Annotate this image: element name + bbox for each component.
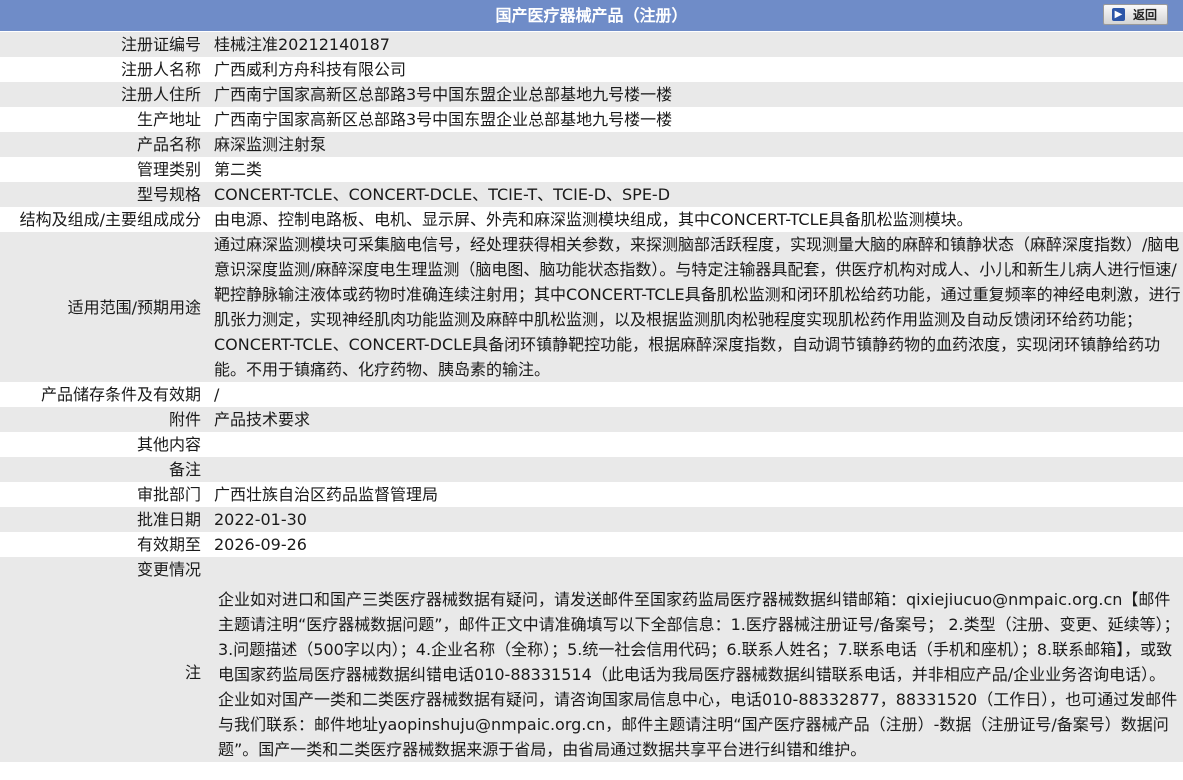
field-label: 其他内容 [0, 432, 205, 457]
row-model-spec: 型号规格 CONCERT-TCLE、CONCERT-DCLE、TCIE-T、TC… [0, 182, 1183, 207]
row-registration-number: 注册证编号 桂械注准20212140187 [0, 32, 1183, 57]
row-structure-composition: 结构及组成/主要组成成分 由电源、控制电路板、电机、显示屏、外壳和麻深监测模块组… [0, 207, 1183, 232]
field-value: 第二类 [205, 157, 1183, 182]
field-label: 注册人名称 [0, 57, 205, 82]
field-value: 由电源、控制电路板、电机、显示屏、外壳和麻深监测模块组成，其中CONCERT-T… [205, 207, 1183, 232]
field-value: 广西南宁国家高新区总部路3号中国东盟企业总部基地九号楼一楼 [205, 82, 1183, 107]
field-label: 注册人住所 [0, 82, 205, 107]
field-value: / [205, 382, 1183, 407]
row-attachment: 附件 产品技术要求 [0, 407, 1183, 432]
field-label: 产品储存条件及有效期 [0, 382, 205, 407]
row-remarks: 备注 [0, 457, 1183, 482]
row-product-name: 产品名称 麻深监测注射泵 [0, 132, 1183, 157]
field-value: 产品技术要求 [205, 407, 1183, 432]
field-value: 2022-01-30 [205, 507, 1183, 532]
row-note: 注 企业如对进口和国产三类医疗器械数据有疑问，请发送邮件至国家药监局医疗器械数据… [0, 582, 1183, 762]
row-production-address: 生产地址 广西南宁国家高新区总部路3号中国东盟企业总部基地九号楼一楼 [0, 107, 1183, 132]
field-value [205, 432, 1183, 457]
field-value: 麻深监测注射泵 [205, 132, 1183, 157]
field-label: 附件 [0, 407, 205, 432]
field-label: 批准日期 [0, 507, 205, 532]
field-value [205, 557, 1183, 582]
back-button[interactable]: ▶ 返回 [1103, 4, 1168, 25]
arrow-right-icon: ▶ [1111, 8, 1125, 21]
note-label: 注 [0, 582, 205, 762]
field-label: 变更情况 [0, 557, 205, 582]
detail-table: 注册证编号 桂械注准20212140187 注册人名称 广西威利方舟科技有限公司… [0, 32, 1183, 762]
row-other-content: 其他内容 [0, 432, 1183, 457]
row-approval-date: 批准日期 2022-01-30 [0, 507, 1183, 532]
row-change-history: 变更情况 [0, 557, 1183, 582]
field-value: CONCERT-TCLE、CONCERT-DCLE、TCIE-T、TCIE-D、… [205, 182, 1183, 207]
field-value: 桂械注准20212140187 [205, 32, 1183, 57]
field-value: 广西壮族自治区药品监督管理局 [205, 482, 1183, 507]
field-label: 有效期至 [0, 532, 205, 557]
row-approval-department: 审批部门 广西壮族自治区药品监督管理局 [0, 482, 1183, 507]
row-management-class: 管理类别 第二类 [0, 157, 1183, 182]
field-value [205, 457, 1183, 482]
field-value: 广西威利方舟科技有限公司 [205, 57, 1183, 82]
note-text: 企业如对进口和国产三类医疗器械数据有疑问，请发送邮件至国家药监局医疗器械数据纠错… [205, 582, 1183, 762]
back-button-label: 返回 [1132, 8, 1157, 22]
field-label: 型号规格 [0, 182, 205, 207]
field-label: 注册证编号 [0, 32, 205, 57]
page-header: 国产医疗器械产品（注册） ▶ 返回 [0, 0, 1183, 32]
row-storage-validity: 产品储存条件及有效期 / [0, 382, 1183, 407]
field-label: 适用范围/预期用途 [0, 232, 205, 382]
field-label: 产品名称 [0, 132, 205, 157]
field-value: 通过麻深监测模块可采集脑电信号，经处理获得相关参数，来探测脑部活跃程度，实现测量… [205, 232, 1183, 382]
field-label: 备注 [0, 457, 205, 482]
field-label: 管理类别 [0, 157, 205, 182]
field-label: 审批部门 [0, 482, 205, 507]
row-registrant-name: 注册人名称 广西威利方舟科技有限公司 [0, 57, 1183, 82]
row-registrant-address: 注册人住所 广西南宁国家高新区总部路3号中国东盟企业总部基地九号楼一楼 [0, 82, 1183, 107]
row-valid-until: 有效期至 2026-09-26 [0, 532, 1183, 557]
field-value: 2026-09-26 [205, 532, 1183, 557]
field-label: 结构及组成/主要组成成分 [0, 207, 205, 232]
row-intended-use: 适用范围/预期用途 通过麻深监测模块可采集脑电信号，经处理获得相关参数，来探测脑… [0, 232, 1183, 382]
page-title: 国产医疗器械产品（注册） [495, 6, 688, 25]
field-label: 生产地址 [0, 107, 205, 132]
field-value: 广西南宁国家高新区总部路3号中国东盟企业总部基地九号楼一楼 [205, 107, 1183, 132]
